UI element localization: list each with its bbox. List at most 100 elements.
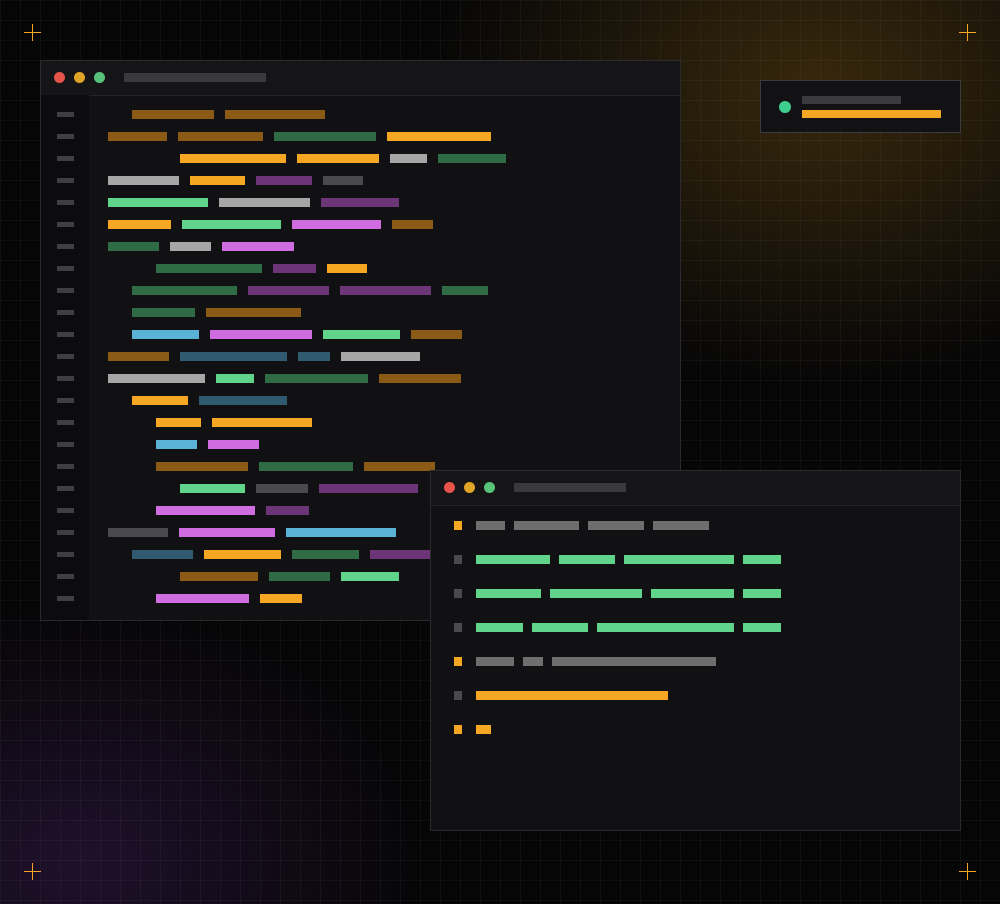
code-token [219,198,310,207]
code-token [390,154,427,163]
code-token [297,154,379,163]
line-number [57,574,74,579]
line-number [57,420,74,425]
prompt-marker [454,657,462,666]
maximize-icon[interactable] [94,72,105,83]
prompt-marker [454,691,462,700]
code-token [392,220,433,229]
line-number [57,134,74,139]
code-token [319,484,418,493]
terminal-titlebar[interactable] [431,471,960,506]
code-token [259,462,353,471]
code-token [132,286,237,295]
code-token [260,594,302,603]
code-token [206,308,301,317]
line-number [57,266,74,271]
notification-toast[interactable] [760,80,961,133]
code-token [204,550,281,559]
code-token [292,550,359,559]
terminal-token [550,589,642,598]
notification-progress-bar [802,110,941,118]
terminal-token [476,589,541,598]
code-token [225,110,325,119]
code-token [132,330,199,339]
terminal-token [514,521,579,530]
code-token [286,528,396,537]
minimize-icon[interactable] [74,72,85,83]
corner-plus-icon [959,863,976,880]
line-number [57,464,74,469]
code-token [178,132,263,141]
code-token [256,484,308,493]
editor-title-placeholder [124,73,266,82]
code-token [170,242,211,251]
line-number [57,486,74,491]
code-token [266,506,309,515]
code-token [108,220,171,229]
line-number [57,244,74,249]
code-token [180,352,287,361]
minimize-icon[interactable] [464,482,475,493]
prompt-marker [454,589,462,598]
code-token [323,176,363,185]
code-token [108,528,168,537]
prompt-marker [454,555,462,564]
code-token [327,264,367,273]
code-token [438,154,506,163]
code-token [364,462,435,471]
line-number [57,156,74,161]
code-token [216,374,254,383]
terminal-token [552,657,716,666]
editor-titlebar[interactable] [41,61,680,96]
code-token [108,352,169,361]
terminal-token [476,691,668,700]
line-number [57,288,74,293]
code-token [156,418,201,427]
code-token [156,462,248,471]
terminal-window [430,470,961,831]
code-token [156,506,255,515]
line-number [57,552,74,557]
line-number [57,596,74,601]
code-token [212,418,312,427]
code-token [190,176,245,185]
code-token [323,330,400,339]
code-token [256,176,312,185]
line-number [57,376,74,381]
code-token [321,198,399,207]
code-token [108,176,179,185]
code-token [108,242,159,251]
line-number [57,310,74,315]
line-number [57,112,74,117]
code-token [156,594,249,603]
close-icon[interactable] [54,72,65,83]
code-token [340,286,431,295]
corner-plus-icon [24,24,41,41]
terminal-token [476,555,550,564]
code-token [180,154,286,163]
code-token [387,132,491,141]
terminal-token [523,657,543,666]
code-token [182,220,281,229]
code-token [180,572,258,581]
line-number [57,508,74,513]
code-token [199,396,287,405]
code-token [248,286,329,295]
code-token [108,198,208,207]
close-icon[interactable] [444,482,455,493]
terminal-token [588,521,644,530]
code-token [442,286,488,295]
code-token [108,374,205,383]
code-token [156,264,262,273]
corner-plus-icon [959,24,976,41]
line-number [57,354,74,359]
notification-title-placeholder [802,96,901,104]
prompt-marker [454,623,462,632]
maximize-icon[interactable] [484,482,495,493]
code-token [292,220,381,229]
terminal-token [476,623,523,632]
code-token [269,572,330,581]
terminal-token [624,555,734,564]
code-token [298,352,330,361]
terminal-token [743,555,781,564]
